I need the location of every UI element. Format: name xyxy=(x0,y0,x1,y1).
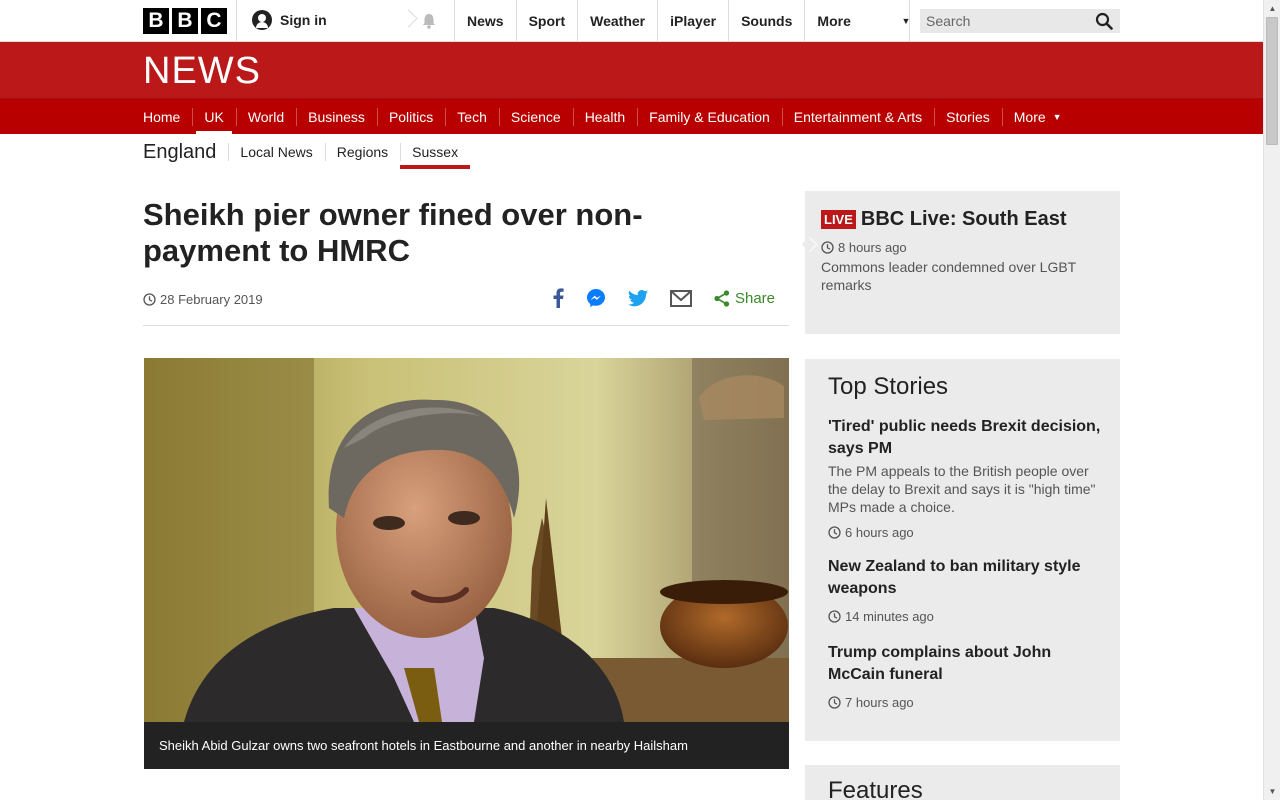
nav-sounds[interactable]: Sounds xyxy=(728,0,804,42)
logo-letter: C xyxy=(201,8,227,34)
divider xyxy=(236,0,237,42)
clock-icon xyxy=(828,610,841,623)
scroll-up-arrow-icon[interactable]: ▲ xyxy=(1264,0,1280,17)
subnav-regions[interactable]: Regions xyxy=(324,134,400,170)
live-summary: Commons leader condemned over LGBT remar… xyxy=(821,259,1076,293)
section-uk[interactable]: UK xyxy=(192,99,235,135)
scrollbar-thumb[interactable] xyxy=(1266,17,1278,145)
clock-icon xyxy=(143,293,156,306)
section-family-education[interactable]: Family & Education xyxy=(637,99,782,135)
share-label: Share xyxy=(734,289,775,307)
section-stories[interactable]: Stories xyxy=(934,99,1002,135)
caret-down-icon: ▼ xyxy=(1052,112,1062,122)
live-promo[interactable]: LIVE BBC Live: South East 8 hours ago Co… xyxy=(805,191,1120,334)
nav-more-label: More xyxy=(817,13,851,29)
user-icon xyxy=(252,10,272,30)
section-business[interactable]: Business xyxy=(296,99,377,135)
news-wordmark[interactable]: NEWS xyxy=(143,50,261,93)
section-tech[interactable]: Tech xyxy=(445,99,499,135)
story-time: 14 minutes ago xyxy=(828,609,1103,624)
section-science[interactable]: Science xyxy=(498,99,573,135)
live-badge: LIVE xyxy=(821,210,856,229)
man-portrait-image xyxy=(144,358,789,722)
live-title-text: BBC Live: South East xyxy=(860,208,1067,230)
article-headline: Sheikh pier owner fined over non-payment… xyxy=(143,197,643,268)
live-time: 8 hours ago xyxy=(821,240,907,255)
story-item[interactable]: New Zealand to ban military style weapon… xyxy=(828,556,1103,624)
masthead-nav: News Sport Weather iPlayer Sounds More ▼ xyxy=(454,0,920,42)
article-date: 28 February 2019 xyxy=(143,292,263,307)
story-title: 'Tired' public needs Brexit decision, sa… xyxy=(828,418,1101,457)
story-summary: The PM appeals to the British people ove… xyxy=(828,463,1096,515)
twitter-icon[interactable] xyxy=(627,289,648,307)
share-button[interactable]: Share xyxy=(714,290,775,307)
top-stories-panel: Top Stories 'Tired' public needs Brexit … xyxy=(805,359,1120,741)
features-panel: Features xyxy=(805,765,1120,800)
clock-icon xyxy=(821,241,834,254)
section-world[interactable]: World xyxy=(235,99,296,135)
search-icon[interactable] xyxy=(1095,12,1113,30)
section-more-dropdown[interactable]: More ▼ xyxy=(1001,99,1074,135)
scroll-down-arrow-icon[interactable]: ▼ xyxy=(1264,783,1280,800)
bbc-masthead: B B C Sign in News Sport Weather iPlayer… xyxy=(0,0,1263,42)
vertical-scrollbar[interactable]: ▲ ▼ xyxy=(1263,0,1280,800)
clock-icon xyxy=(828,526,841,539)
subnav-local-news[interactable]: Local News xyxy=(228,134,324,170)
story-time: 6 hours ago xyxy=(828,525,1103,540)
messenger-icon[interactable] xyxy=(586,288,606,308)
regional-nav: England Local News Regions Sussex xyxy=(143,134,471,170)
logo-letter: B xyxy=(143,8,169,34)
live-title: LIVE BBC Live: South East xyxy=(821,208,1066,231)
top-stories-heading: Top Stories xyxy=(828,373,949,400)
story-time-text: 7 hours ago xyxy=(845,695,914,710)
section-politics[interactable]: Politics xyxy=(376,99,445,135)
story-time-text: 6 hours ago xyxy=(845,525,914,540)
share-tools: Share xyxy=(552,288,775,308)
section-home[interactable]: Home xyxy=(131,99,192,135)
nav-sport[interactable]: Sport xyxy=(515,0,578,42)
subnav-sussex[interactable]: Sussex xyxy=(400,134,471,170)
section-entertainment-arts[interactable]: Entertainment & Arts xyxy=(781,99,934,135)
story-title: New Zealand to ban military style weapon… xyxy=(828,558,1081,597)
nav-more-dropdown[interactable]: More ▼ xyxy=(804,0,920,42)
story-item[interactable]: Trump complains about John McCain funera… xyxy=(828,642,1103,710)
search-input[interactable] xyxy=(920,13,1090,29)
logo-letter: B xyxy=(172,8,198,34)
search-box xyxy=(920,9,1120,33)
facebook-icon[interactable] xyxy=(552,288,564,308)
bbc-logo[interactable]: B B C xyxy=(143,8,227,34)
story-time-text: 14 minutes ago xyxy=(845,609,934,624)
notification-bell-icon[interactable] xyxy=(420,12,438,30)
news-banner: NEWS xyxy=(0,42,1263,98)
story-item[interactable]: 'Tired' public needs Brexit decision, sa… xyxy=(828,416,1103,540)
region-title[interactable]: England xyxy=(143,141,216,164)
story-title: Trump complains about John McCain funera… xyxy=(828,644,1052,683)
signin-label: Sign in xyxy=(280,12,327,28)
share-icon xyxy=(714,289,730,307)
clock-icon xyxy=(828,696,841,709)
nav-weather[interactable]: Weather xyxy=(577,0,657,42)
article-date-text: 28 February 2019 xyxy=(160,292,263,307)
article-photo[interactable] xyxy=(144,358,789,722)
live-time-text: 8 hours ago xyxy=(838,240,907,255)
features-heading: Features xyxy=(828,777,923,800)
signin-link[interactable]: Sign in xyxy=(252,10,327,30)
section-health[interactable]: Health xyxy=(572,99,637,135)
email-icon[interactable] xyxy=(669,289,692,307)
divider xyxy=(909,0,910,42)
article-meta: 28 February 2019 Share xyxy=(143,288,789,326)
photo-caption: Sheikh Abid Gulzar owns two seafront hot… xyxy=(144,722,789,769)
story-time: 7 hours ago xyxy=(828,695,1103,710)
section-nav: Home UK World Business Politics Tech Sci… xyxy=(0,98,1263,135)
nav-news[interactable]: News xyxy=(454,0,516,42)
section-more-label: More xyxy=(1013,109,1046,125)
nav-iplayer[interactable]: iPlayer xyxy=(657,0,728,42)
